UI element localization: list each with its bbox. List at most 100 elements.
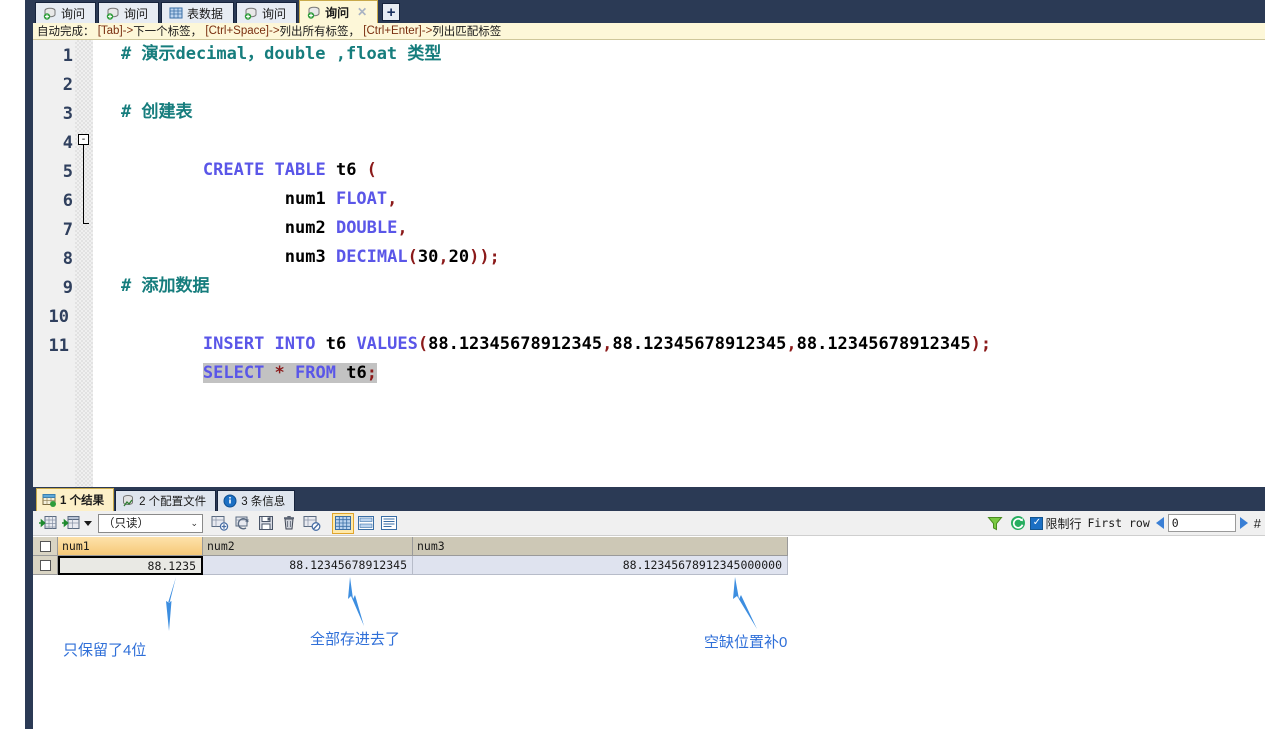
star-glob: * [274, 363, 296, 383]
tab-label: 询问 [262, 6, 287, 21]
form-view-icon[interactable] [355, 513, 377, 534]
decimal-scale: 20 [448, 247, 470, 267]
annotation-arrow-3 [733, 577, 757, 629]
results-tab-label: 2 个配置文件 [139, 496, 207, 508]
fold-collapse-icon[interactable]: - [78, 134, 89, 145]
query-icon [307, 5, 321, 19]
column-header-num3[interactable]: num3 [413, 537, 788, 556]
decimal-args: ( [407, 247, 418, 267]
value-1: 88.12345678912345 [428, 334, 603, 354]
save-record-icon[interactable] [255, 513, 277, 534]
column-header-num1[interactable]: num1 [58, 537, 203, 556]
results-tab-result[interactable]: 1 个结果 [36, 488, 115, 511]
code-line-10: INSERT INTO t6 VALUES(88.12345678912345,… [121, 301, 991, 354]
comma: , [602, 334, 613, 354]
info-icon [223, 494, 237, 508]
line-number: 7 [62, 220, 73, 240]
hint-key-tab: [Tab] [97, 25, 123, 37]
tab-query-4-active[interactable]: 询问 ✕ [299, 0, 379, 23]
table-row[interactable]: 88.1235 88.12345678912345 88.12345678912… [33, 556, 1265, 575]
first-row-next-button[interactable] [1239, 517, 1248, 529]
line-number: 4 [62, 133, 73, 153]
query-icon [106, 6, 120, 20]
left-navy-rail [25, 0, 33, 729]
value-3: 88.12345678912345 [796, 334, 971, 354]
first-row-input[interactable]: 0 [1167, 514, 1236, 532]
left-white-margin [0, 0, 25, 729]
close-icon[interactable]: ✕ [357, 6, 367, 18]
line-number: 10 [48, 307, 69, 327]
ident-num3: num3 [202, 247, 336, 267]
kw-decimal: DECIMAL [335, 247, 408, 267]
add-record-icon[interactable] [37, 513, 59, 534]
cell-num2[interactable]: 88.12345678912345 [203, 556, 413, 575]
checkbox-icon [39, 559, 51, 571]
hint-desc-1: 列出所有标签， [279, 26, 361, 38]
line-number: 3 [62, 104, 73, 124]
insert-record-icon[interactable] [209, 513, 231, 534]
tab-table-data[interactable]: 表数据 [161, 2, 235, 23]
code-text-area[interactable]: # 演示decimal，double ,float 类型 # 创建表 CREAT… [93, 40, 1265, 487]
new-tab-button[interactable]: + [382, 3, 401, 21]
table-icon [169, 6, 183, 20]
results-tab-bar: 1 个结果 2 个配置文件 3 条信息 [33, 487, 1265, 511]
code-line-7: num3 DECIMAL(30,20)); [121, 214, 500, 267]
delete-record-icon[interactable] [278, 513, 300, 534]
semicolon: ; [366, 363, 377, 383]
results-tab-label: 1 个结果 [60, 495, 105, 507]
ident-t6: t6 [346, 363, 367, 383]
add-record-alt-icon[interactable] [60, 513, 82, 534]
code-line-4: CREATE TABLE t6 ( [121, 127, 377, 180]
paren-close: )); [469, 247, 500, 267]
query-icon [244, 6, 258, 20]
code-line-6: num2 DOUBLE, [121, 185, 408, 238]
code-line-11: SELECT * FROM t6; [121, 330, 377, 383]
text-view-icon[interactable] [378, 513, 400, 534]
fold-gutter[interactable]: - [75, 40, 93, 487]
value-2: 88.12345678912345 [612, 334, 787, 354]
results-toolbar: （只读） ⌄ ✓ 限制行 First row 0 # [33, 511, 1265, 536]
tab-query-2[interactable]: 询问 [98, 2, 160, 23]
column-header-num2[interactable]: num2 [203, 537, 413, 556]
results-grid[interactable]: num1 num2 num3 88.1235 88.12345678912345… [33, 537, 1265, 575]
annotation-arrow-2 [348, 577, 364, 626]
cell-num3[interactable]: 88.12345678912345000000 [413, 556, 788, 575]
kw-select: SELECT [202, 363, 275, 383]
refresh-icon[interactable] [1007, 513, 1029, 534]
results-tab-profiles[interactable]: 2 个配置文件 [115, 490, 217, 511]
paren-open: ( [417, 334, 429, 354]
grid-header-row: num1 num2 num3 [33, 537, 1265, 556]
first-row-prev-button[interactable] [1155, 517, 1164, 529]
hint-key-ctrl-space: [Ctrl+Space] [205, 25, 269, 37]
results-pane: 1 个结果 2 个配置文件 3 条信息 （只读） ⌄ ✓ 限制行 First r… [33, 487, 1265, 729]
query-icon [43, 6, 57, 20]
hint-prefix: 自动完成： [37, 26, 95, 38]
comma: , [438, 247, 449, 267]
refresh-record-icon[interactable] [232, 513, 254, 534]
limit-rows-checkbox[interactable]: ✓ [1030, 516, 1044, 530]
line-number: 6 [62, 191, 73, 211]
annotation-label-3: 空缺位置补0 [704, 634, 788, 651]
grid-view-icon[interactable] [332, 512, 354, 534]
line-number: 9 [62, 278, 73, 298]
tab-query-1[interactable]: 询问 [35, 2, 97, 23]
select-all-cell[interactable] [33, 537, 58, 556]
cell-num1[interactable]: 88.1235 [58, 556, 203, 575]
sql-editor[interactable]: 1 2 3 4 5 6 7 8 9 10 11 - # 演示decimal，do… [33, 40, 1265, 487]
annotation-label-1: 只保留了4位 [63, 642, 147, 659]
line-number: 2 [62, 75, 73, 95]
annotation-arrow-1 [166, 577, 176, 631]
code-line-9: # 添加数据 [121, 276, 210, 296]
funnel-icon[interactable] [984, 513, 1006, 534]
hint-sep-2: -> [421, 25, 433, 37]
results-tab-messages[interactable]: 3 条信息 [217, 490, 296, 511]
paren-close: ); [970, 334, 992, 354]
row-select-cell[interactable] [33, 556, 58, 575]
edit-mode-select[interactable]: （只读） ⌄ [98, 513, 203, 533]
row-count-label: # [1253, 515, 1261, 531]
code-line-3: # 创建表 [121, 102, 193, 122]
cancel-record-icon[interactable] [301, 513, 323, 534]
tab-query-3[interactable]: 询问 [236, 2, 298, 23]
chevron-down-icon[interactable] [84, 520, 92, 526]
line-number: 5 [62, 162, 73, 182]
